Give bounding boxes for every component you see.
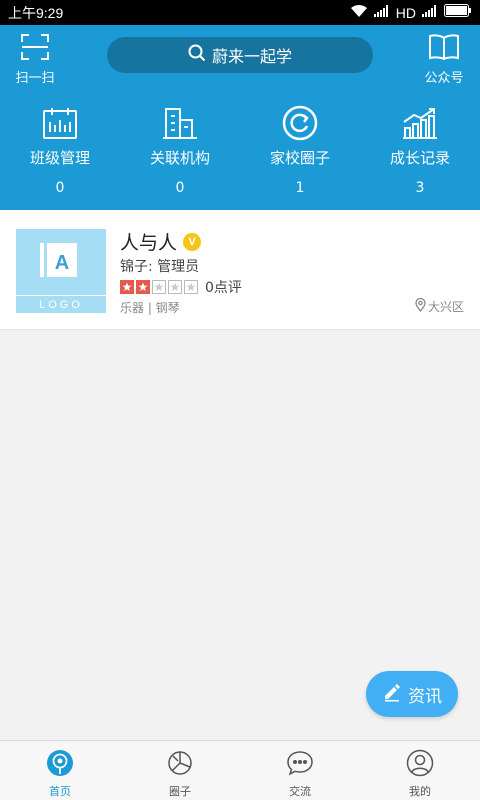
stat-linked-organizations[interactable]: 关联机构 0 [120, 103, 240, 196]
rating-stars [120, 280, 198, 294]
wifi-icon [350, 4, 368, 22]
stats-row: 班级管理 0 关联机构 0 家校圈子 1 成长记录 3 [0, 103, 480, 196]
battery-icon [444, 4, 472, 21]
building-icon [120, 103, 240, 143]
signal-icon-2 [422, 4, 438, 21]
organization-role: 锦子: 管理员 [120, 259, 200, 275]
stat-value: 0 [175, 180, 185, 196]
stat-growth-records[interactable]: 成长记录 3 [360, 103, 480, 196]
user-icon [406, 749, 434, 781]
bottom-nav: 首页 圈子 交流 我的 [0, 740, 480, 800]
nav-circle-label: 圈子 [169, 785, 191, 798]
organization-title: 人与人 V [120, 228, 202, 255]
signal-icon [373, 4, 390, 21]
stat-value: 0 [55, 180, 65, 196]
star-filled-icon [136, 280, 150, 294]
svg-text:A: A [55, 252, 69, 274]
stat-label: 成长记录 [389, 149, 450, 167]
scan-button[interactable]: 扫一扫 [10, 33, 60, 86]
nav-home[interactable]: 首页 [0, 741, 120, 800]
star-empty-icon [184, 280, 198, 294]
circle-refresh-icon [240, 103, 360, 143]
gzh-label: 公众号 [424, 71, 464, 86]
status-icons: HD [350, 4, 472, 22]
nav-mine-label: 我的 [409, 785, 431, 798]
news-button-label: 资讯 [408, 686, 442, 707]
chat-bubble-icon [285, 751, 315, 781]
growth-chart-icon [360, 103, 480, 143]
search-icon [188, 44, 206, 66]
news-button[interactable]: 资讯 [366, 671, 458, 717]
nav-mine[interactable]: 我的 [360, 741, 480, 800]
header-top-row: 扫一扫 蔚来一起学 公众号 [0, 25, 480, 105]
star-empty-icon [168, 280, 182, 294]
scan-label: 扫一扫 [15, 71, 55, 86]
stat-class-management[interactable]: 班级管理 0 [0, 103, 120, 196]
logo-text: LOGO [39, 299, 83, 311]
organization-location: 大兴区 [415, 297, 464, 315]
search-bar[interactable]: 蔚来一起学 [107, 37, 373, 73]
star-empty-icon [152, 280, 166, 294]
location-pin-icon [415, 297, 426, 315]
stat-label: 家校圈子 [269, 149, 330, 167]
pencil-icon [382, 682, 402, 707]
location-text: 大兴区 [427, 300, 464, 314]
calendar-icon [0, 103, 120, 143]
official-account-button[interactable]: 公众号 [418, 33, 470, 86]
organization-logo: A LOGO [16, 229, 106, 313]
network-type: HD [395, 4, 416, 21]
nav-chat-label: 交流 [289, 785, 311, 798]
status-time: 上午9:29 [8, 4, 64, 21]
logo-divider [16, 295, 106, 296]
star-filled-icon [120, 280, 134, 294]
header: 扫一扫 蔚来一起学 公众号 班级管理 0 关联机构 0 家校圈子 1 成长记录 … [0, 25, 480, 210]
stat-home-school-circle[interactable]: 家校圈子 1 [240, 103, 360, 196]
organization-tags: 乐器 | 钢琴 [120, 301, 180, 315]
organization-name: 人与人 [120, 232, 178, 254]
rating-row: 0点评 [120, 277, 242, 297]
search-text: 蔚来一起学 [211, 47, 292, 66]
organization-card[interactable]: A LOGO 人与人 V 锦子: 管理员 0点评 乐器 | 钢琴 大兴区 [0, 210, 480, 330]
verified-badge: V [183, 232, 202, 251]
stat-label: 班级管理 [29, 149, 90, 167]
rating-text: 0点评 [205, 280, 242, 296]
scan-icon [20, 34, 50, 65]
stat-value: 1 [295, 180, 305, 196]
nav-chat[interactable]: 交流 [240, 741, 360, 800]
logo-book-icon: A [40, 243, 77, 277]
stat-label: 关联机构 [149, 149, 210, 167]
nav-home-label: 首页 [49, 785, 71, 798]
nav-circle[interactable]: 圈子 [120, 741, 240, 800]
circle-pie-icon [166, 751, 194, 781]
status-bar: 上午9:29 HD [0, 0, 480, 25]
stat-value: 3 [415, 180, 425, 196]
home-icon [46, 750, 74, 781]
book-icon [428, 34, 460, 65]
